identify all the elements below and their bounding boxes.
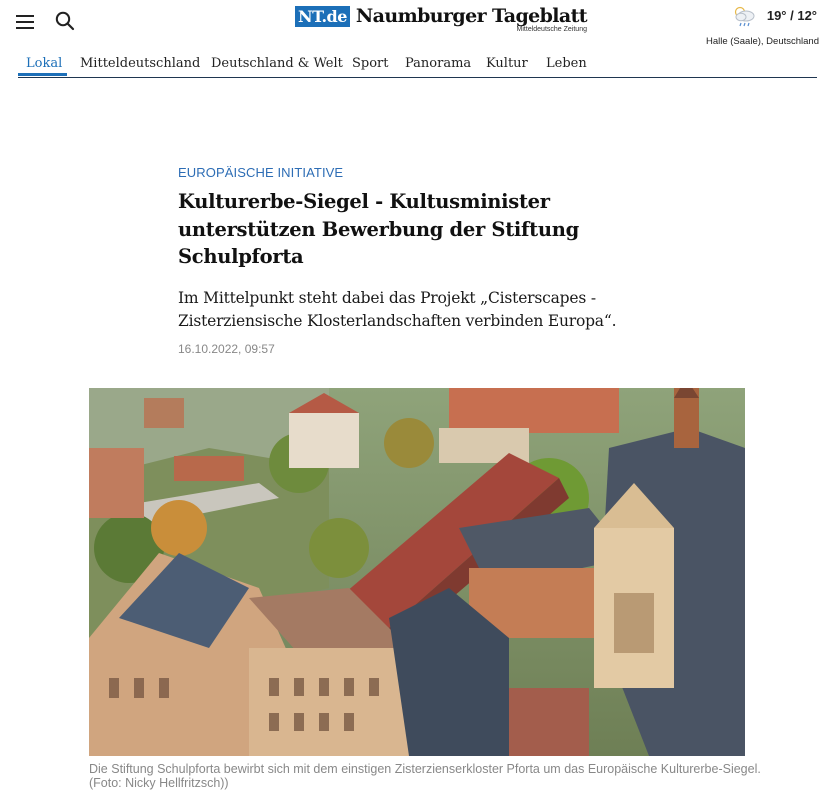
main-navigation: Lokal Mitteldeutschland Deutschland & We… — [18, 52, 817, 78]
article-headline: Kulturerbe-Siegel - Kultusminister unter… — [178, 190, 579, 268]
article-photo[interactable] — [89, 388, 745, 756]
nav-item-sport[interactable]: Sport — [352, 56, 389, 71]
site-logo[interactable]: NT.de Naumburger Tageblatt Mitteldeutsch… — [295, 4, 588, 40]
hamburger-icon[interactable] — [16, 11, 38, 31]
logo-badge: NT.de — [295, 6, 350, 27]
logo-subtitle: Mitteldeutsche Zeitung — [516, 26, 587, 33]
nav-item-panorama[interactable]: Panorama — [405, 56, 471, 71]
article-date: 16.10.2022, 09:57 — [178, 342, 275, 356]
nav-active-indicator — [18, 73, 67, 76]
photo-caption: Die Stiftung Schulpforta bewirbt sich mi… — [89, 762, 761, 790]
article-kicker[interactable]: EUROPÄISCHE INITIATIVE — [178, 165, 343, 180]
logo-name: Naumburger Tageblatt — [355, 5, 588, 27]
search-icon[interactable] — [55, 11, 77, 33]
article-teaser: Im Mittelpunkt steht dabei das Projekt „… — [178, 289, 617, 330]
weather-temperature: 19° / 12° — [766, 8, 817, 23]
weather-location: Halle (Saale), Deutschland — [705, 36, 819, 47]
photo-aerial-monastery — [89, 388, 745, 756]
nav-item-kultur[interactable]: Kultur — [486, 56, 528, 71]
weather-widget[interactable]: 19° / 12° Halle (Saale), Deutschland — [689, 4, 819, 48]
nav-item-leben[interactable]: Leben — [546, 56, 587, 71]
nav-item-mitteldeutschland[interactable]: Mitteldeutschland — [80, 56, 200, 71]
rain-cloud-icon — [734, 6, 755, 27]
nav-item-deutschland-welt[interactable]: Deutschland & Welt — [211, 56, 343, 71]
site-header: NT.de Naumburger Tageblatt Mitteldeutsch… — [0, 0, 839, 48]
nav-item-lokal[interactable]: Lokal — [26, 56, 62, 71]
